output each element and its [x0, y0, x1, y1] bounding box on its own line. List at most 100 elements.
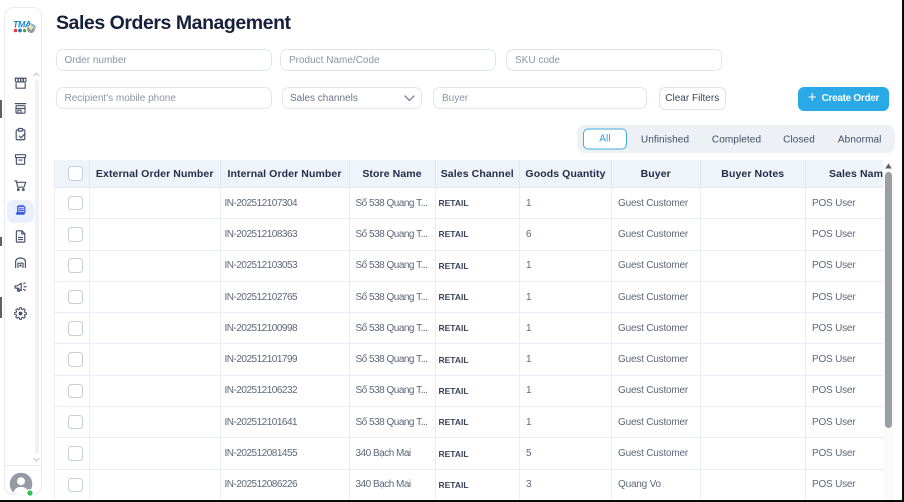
cell-buyer-notes — [699, 250, 806, 281]
table-row: IN-202512106232 Số 538 Quang T... RETAIL… — [54, 375, 883, 408]
sidebar-scrollbar[interactable] — [35, 80, 39, 454]
cell-store-name: 340 Bạch Mai — [348, 469, 435, 500]
cell-external-order-number — [89, 250, 220, 281]
cell-buyer: Guest Customer — [611, 407, 700, 438]
user-avatar[interactable] — [9, 472, 34, 497]
tab-closed[interactable]: Closed — [783, 135, 815, 146]
cell-internal-order-number: IN-202512101799 — [219, 344, 349, 375]
cell-sales-channel: RETAIL — [434, 313, 520, 344]
megaphone-icon — [14, 282, 27, 293]
tab-abnormal[interactable]: Abnormal — [838, 135, 882, 146]
warehouse-icon — [15, 257, 26, 268]
buyer-input[interactable] — [433, 87, 647, 110]
sidebar-item-settings[interactable] — [7, 301, 34, 325]
cell-internal-order-number: IN-202512081455 — [219, 438, 349, 469]
sidebar-item-warehouse[interactable] — [7, 250, 34, 274]
cell-store-name: Số 538 Quang T... — [348, 375, 435, 407]
sidebar-scroll-up-icon[interactable] — [33, 72, 40, 77]
cell-external-order-number — [89, 407, 220, 438]
row-checkbox-cell — [54, 469, 89, 500]
sidebar-item-purchases[interactable] — [7, 173, 34, 197]
row-checkbox[interactable] — [68, 352, 83, 367]
table-scrollbar[interactable] — [883, 160, 894, 500]
page-title: Sales Orders Management — [56, 11, 291, 34]
cell-sales-name: POS User — [805, 438, 883, 469]
col-buyer-notes: Buyer Notes — [699, 160, 806, 187]
table-header-row: External Order Number Internal Order Num… — [54, 160, 883, 188]
cell-buyer-notes — [699, 313, 806, 344]
table-scrollbar-thumb[interactable] — [884, 172, 892, 428]
cell-external-order-number — [89, 188, 220, 219]
sidebar-item-marketing[interactable] — [7, 276, 34, 300]
table-row: IN-202512101641 Số 538 Quang T... RETAIL… — [54, 407, 883, 439]
cell-sales-name: POS User — [805, 407, 883, 438]
sidebar-scroll-down-icon[interactable] — [33, 457, 40, 462]
table-row: IN-202512103053 Số 538 Quang T... RETAIL… — [54, 250, 883, 282]
screen-edge-artifact — [0, 297, 2, 318]
cell-goods-quantity: 1 — [519, 407, 611, 438]
cell-store-name: 340 Bạch Mai — [348, 438, 435, 469]
row-checkbox[interactable] — [68, 195, 83, 211]
sidebar-item-kiosk[interactable] — [7, 97, 34, 121]
cell-buyer: Guest Customer — [611, 219, 700, 250]
sidebar-item-orders[interactable] — [7, 199, 34, 223]
receipt-icon — [15, 204, 26, 215]
col-external-order-number: External Order Number — [89, 160, 220, 187]
col-sales-name: Sales Name — [805, 160, 883, 187]
row-checkbox-cell — [54, 438, 89, 469]
cell-internal-order-number: IN-202512103053 — [219, 250, 349, 281]
sidebar-item-inventory[interactable] — [7, 148, 34, 172]
sales-channels-select[interactable]: Sales channels — [281, 87, 422, 110]
col-goods-quantity: Goods Quantity — [519, 160, 611, 187]
cell-sales-name: POS User — [805, 188, 883, 219]
cell-goods-quantity: 1 — [519, 188, 611, 219]
cell-internal-order-number: IN-202512106232 — [219, 375, 349, 407]
row-checkbox[interactable] — [68, 414, 83, 430]
scroll-up-arrow-icon[interactable] — [885, 163, 892, 169]
cell-sales-channel: RETAIL — [434, 438, 520, 469]
cell-goods-quantity: 1 — [519, 250, 611, 281]
tab-unfinished[interactable]: Unfinished — [641, 135, 689, 146]
cell-buyer: Guest Customer — [611, 313, 700, 344]
col-sales-channel: Sales Channel — [434, 160, 520, 187]
select-all-checkbox[interactable] — [68, 166, 83, 181]
archive-box-icon — [14, 154, 27, 166]
row-checkbox[interactable] — [68, 289, 83, 305]
cell-buyer: Guest Customer — [611, 438, 700, 469]
cell-external-order-number — [89, 281, 220, 313]
row-checkbox[interactable] — [68, 383, 83, 399]
cell-internal-order-number: IN-202512102765 — [219, 281, 349, 313]
row-checkbox[interactable] — [68, 477, 83, 493]
row-checkbox[interactable] — [68, 258, 83, 273]
table-row: IN-202512086226 340 Bạch Mai RETAIL 3 Qu… — [54, 469, 883, 500]
cell-sales-name: POS User — [805, 281, 883, 313]
sidebar-item-documents[interactable] — [7, 225, 34, 249]
sidebar-item-tasks[interactable] — [7, 122, 34, 146]
clipboard-check-icon — [15, 127, 26, 141]
tab-all[interactable]: All — [583, 128, 627, 150]
cell-buyer: Guest Customer — [611, 281, 700, 313]
cell-buyer: Guest Customer — [611, 344, 700, 375]
row-checkbox-cell — [54, 188, 89, 219]
cell-buyer-notes — [699, 469, 806, 500]
cell-sales-channel: RETAIL — [434, 375, 520, 407]
sku-code-input[interactable] — [506, 49, 722, 72]
sidebar-divider — [5, 465, 41, 466]
row-checkbox[interactable] — [68, 446, 83, 461]
row-checkbox[interactable] — [68, 227, 83, 242]
cell-internal-order-number: IN-202512108363 — [219, 219, 349, 250]
recipient-phone-input[interactable] — [55, 87, 272, 110]
document-icon — [15, 230, 26, 243]
product-name-input[interactable] — [280, 49, 496, 72]
row-checkbox[interactable] — [68, 321, 83, 336]
sidebar-item-storefront[interactable] — [7, 71, 34, 95]
tab-completed[interactable]: Completed — [712, 135, 761, 146]
kiosk-icon — [14, 103, 27, 114]
create-order-button[interactable]: + Create Order — [798, 87, 889, 111]
clear-filters-button[interactable]: Clear Filters — [658, 87, 726, 110]
order-number-input[interactable] — [55, 49, 272, 72]
cell-store-name: Số 538 Quang T... — [348, 188, 435, 219]
cell-external-order-number — [89, 344, 220, 375]
table-row: IN-202512101799 Số 538 Quang T... RETAIL… — [54, 344, 883, 376]
cart-icon — [14, 180, 27, 191]
